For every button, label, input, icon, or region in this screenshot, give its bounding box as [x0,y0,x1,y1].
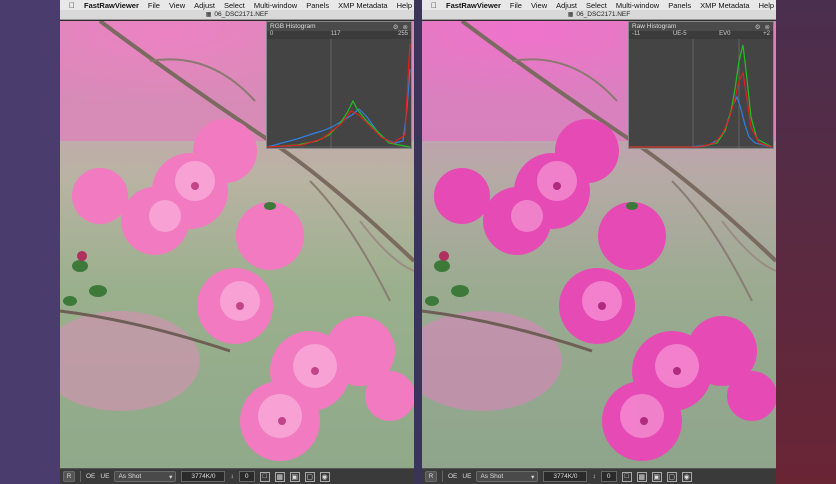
menu-app-name[interactable]: FastRawViewer [84,1,139,10]
overexposure-toggle[interactable]: OE [448,473,457,480]
menu-xmp-metadata[interactable]: XMP Metadata [700,1,749,10]
viewer-window-left:  FastRawViewer File View Adjust Select … [60,0,414,484]
white-balance-value: As Shot [480,473,504,480]
underexposure-toggle[interactable]: UE [462,473,471,480]
image-viewport[interactable]: RGB Histogram ⚙ ⊗ 0 117 255 [60,21,414,468]
desktop-background-gap [414,0,422,484]
separator [80,471,81,482]
zoom-100-icon[interactable]: ▢ [666,471,677,482]
menu-select[interactable]: Select [586,1,607,10]
document-icon: ▦ [567,12,574,18]
single-view-icon[interactable]: □ [259,471,270,482]
menu-help[interactable]: Help [397,1,412,10]
histogram-title: Raw Histogram [632,23,677,30]
chevron-down-icon: ▾ [169,473,173,481]
exposure-field[interactable]: 0 [238,471,255,482]
histogram-curves [266,39,411,148]
window-title-bar: ▦ 06_DSC2171.NEF [60,10,414,20]
histogram-scale: -11 UE-5 EV0 +2 [629,31,773,39]
menu-file[interactable]: File [510,1,522,10]
menu-multi-window[interactable]: Multi-window [254,1,297,10]
menu-select[interactable]: Select [224,1,245,10]
focus-peaking-icon[interactable]: ◉ [681,471,692,482]
scale-min: 0 [270,31,274,37]
status-bar: R OE UE As Shot ▾ 3774K/0 ↕ 0 □ ▦ ▣ ▢ ◉ [422,468,776,484]
window-title-bar: ▦ 06_DSC2171.NEF [422,10,776,20]
desktop-background-right [776,0,836,484]
rgb-histogram-panel[interactable]: RGB Histogram ⚙ ⊗ 0 117 255 [266,21,412,149]
menu-help[interactable]: Help [759,1,774,10]
scale-ue: UE-5 [672,31,687,37]
scale-max: 255 [397,31,408,37]
menu-bar:  FastRawViewer File View Adjust Select … [60,0,414,10]
histogram-red-curve [266,43,411,148]
menu-view[interactable]: View [169,1,185,10]
file-name: 06_DSC2171.NEF [576,11,631,18]
histogram-scale: 0 117 255 [267,31,411,39]
menu-view[interactable]: View [531,1,547,10]
separator [442,471,443,482]
white-balance-select[interactable]: As Shot ▾ [114,471,177,482]
white-balance-value: As Shot [118,473,142,480]
single-view-icon[interactable]: □ [621,471,632,482]
desktop-background-left [0,0,60,484]
scale-ev0: EV0 [719,31,731,37]
menu-app-name[interactable]: FastRawViewer [446,1,501,10]
image-viewport[interactable]: Raw Histogram ⚙ ⊗ -11 UE-5 EV0 +2 [422,21,776,468]
menu-adjust[interactable]: Adjust [194,1,215,10]
scale-max: +2 [763,31,770,37]
menu-adjust[interactable]: Adjust [556,1,577,10]
fit-screen-icon[interactable]: ▣ [651,471,662,482]
exposure-field[interactable]: 0 [600,471,617,482]
close-icon[interactable]: ⊗ [765,23,770,31]
histogram-header: Raw Histogram ⚙ ⊗ [629,22,773,31]
menu-panels[interactable]: Panels [668,1,691,10]
overexposure-toggle[interactable]: OE [86,473,95,480]
focus-peaking-icon[interactable]: ◉ [319,471,330,482]
exposure-step-arrows[interactable]: ↕ [230,473,233,480]
histogram-header: RGB Histogram ⚙ ⊗ [267,22,411,31]
menu-panels[interactable]: Panels [306,1,329,10]
grid-view-icon[interactable]: ▦ [274,471,285,482]
histogram-plot [629,39,773,148]
close-icon[interactable]: ⊗ [403,23,408,31]
grid-view-icon[interactable]: ▦ [636,471,647,482]
menu-xmp-metadata[interactable]: XMP Metadata [338,1,387,10]
rating-button[interactable]: R [425,471,437,482]
menu-multi-window[interactable]: Multi-window [616,1,659,10]
fit-screen-icon[interactable]: ▣ [289,471,300,482]
menu-bar:  FastRawViewer File View Adjust Select … [422,0,776,10]
resolution-field: 3774K/0 [181,471,226,482]
underexposure-toggle[interactable]: UE [100,473,109,480]
file-name: 06_DSC2171.NEF [214,11,269,18]
scale-min: -11 [632,31,641,37]
chevron-down-icon: ▾ [531,473,535,481]
scale-mid: 117 [330,31,341,37]
histogram-green-curve [629,44,773,148]
exposure-step-arrows[interactable]: ↕ [592,473,595,480]
histogram-title: RGB Histogram [270,23,316,30]
rating-button[interactable]: R [63,471,75,482]
histogram-curves [629,39,773,148]
gear-icon[interactable]: ⚙ [755,23,761,31]
histogram-plot [266,39,411,148]
apple-menu-icon[interactable]:  [69,1,75,10]
zoom-100-icon[interactable]: ▢ [304,471,315,482]
viewer-window-right:  FastRawViewer File View Adjust Select … [422,0,776,484]
raw-histogram-panel[interactable]: Raw Histogram ⚙ ⊗ -11 UE-5 EV0 +2 [628,21,774,149]
apple-menu-icon[interactable]:  [431,1,437,10]
resolution-field: 3774K/0 [543,471,588,482]
histogram-blue-curve [266,68,411,148]
document-icon: ▦ [205,12,212,18]
white-balance-select[interactable]: As Shot ▾ [476,471,539,482]
gear-icon[interactable]: ⚙ [393,23,399,31]
status-bar: R OE UE As Shot ▾ 3774K/0 ↕ 0 □ ▦ ▣ ▢ ◉ [60,468,414,484]
menu-file[interactable]: File [148,1,160,10]
